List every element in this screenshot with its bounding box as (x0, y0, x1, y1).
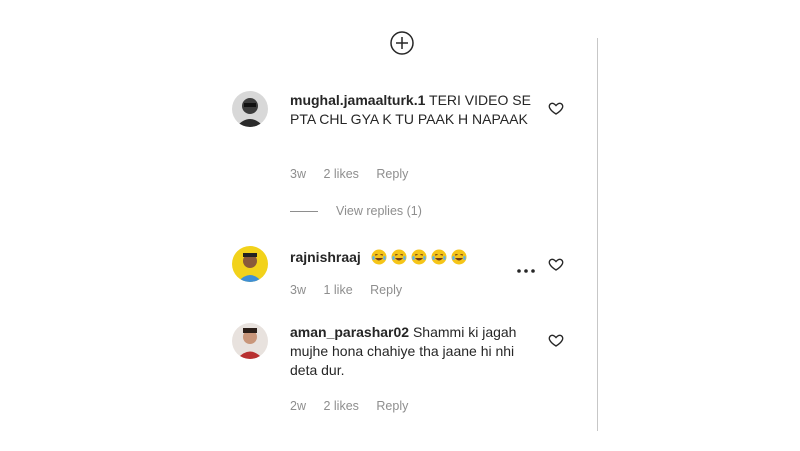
comment-username[interactable]: rajnishraaj (290, 249, 361, 265)
comment-username[interactable]: mughal.jamaalturk.1 (290, 92, 425, 108)
more-options-icon[interactable] (516, 261, 536, 273)
comment-emojis (371, 249, 471, 265)
comment-time: 2w (290, 399, 306, 413)
laughing-tears-emoji-icon (371, 249, 387, 265)
load-more-comments-button[interactable] (390, 31, 414, 55)
comment-item: mughal.jamaalturk.1 TERI VIDEO SE PTA CH… (232, 91, 572, 191)
like-heart-icon[interactable] (548, 256, 564, 272)
comment-username[interactable]: aman_parashar02 (290, 324, 409, 340)
view-replies-button[interactable]: View replies (1) (290, 204, 422, 218)
like-heart-icon[interactable] (548, 100, 564, 116)
reply-button[interactable]: Reply (376, 399, 408, 413)
view-replies-label: View replies (1) (336, 204, 422, 218)
comment-body: rajnishraaj (290, 248, 540, 267)
comment-time: 3w (290, 167, 306, 181)
comment-likes[interactable]: 2 likes (323, 399, 358, 413)
reply-button[interactable]: Reply (370, 283, 402, 297)
avatar[interactable] (232, 246, 268, 282)
comment-likes[interactable]: 1 like (323, 283, 352, 297)
laughing-tears-emoji-icon (411, 249, 427, 265)
like-heart-icon[interactable] (548, 332, 564, 348)
comment-meta: 3w 2 likes Reply (290, 167, 422, 181)
comment-time: 3w (290, 283, 306, 297)
laughing-tears-emoji-icon (431, 249, 447, 265)
comment-body: aman_parashar02 Shammi ki jagah mujhe ho… (290, 323, 540, 380)
laughing-tears-emoji-icon (391, 249, 407, 265)
plus-circle-icon (390, 31, 414, 55)
comment-meta: 2w 2 likes Reply (290, 399, 422, 413)
comment-meta: 3w 1 like Reply (290, 283, 416, 297)
laughing-tears-emoji-icon (451, 249, 467, 265)
reply-button[interactable]: Reply (376, 167, 408, 181)
avatar[interactable] (232, 91, 268, 127)
comment-body: mughal.jamaalturk.1 TERI VIDEO SE PTA CH… (290, 91, 540, 129)
view-replies-line (290, 210, 318, 212)
comment-item: rajnishraaj 3w 1 like Reply (232, 246, 572, 306)
comment-likes[interactable]: 2 likes (323, 167, 358, 181)
panel-divider (597, 38, 598, 431)
avatar[interactable] (232, 323, 268, 359)
comment-item: aman_parashar02 Shammi ki jagah mujhe ho… (232, 323, 572, 423)
